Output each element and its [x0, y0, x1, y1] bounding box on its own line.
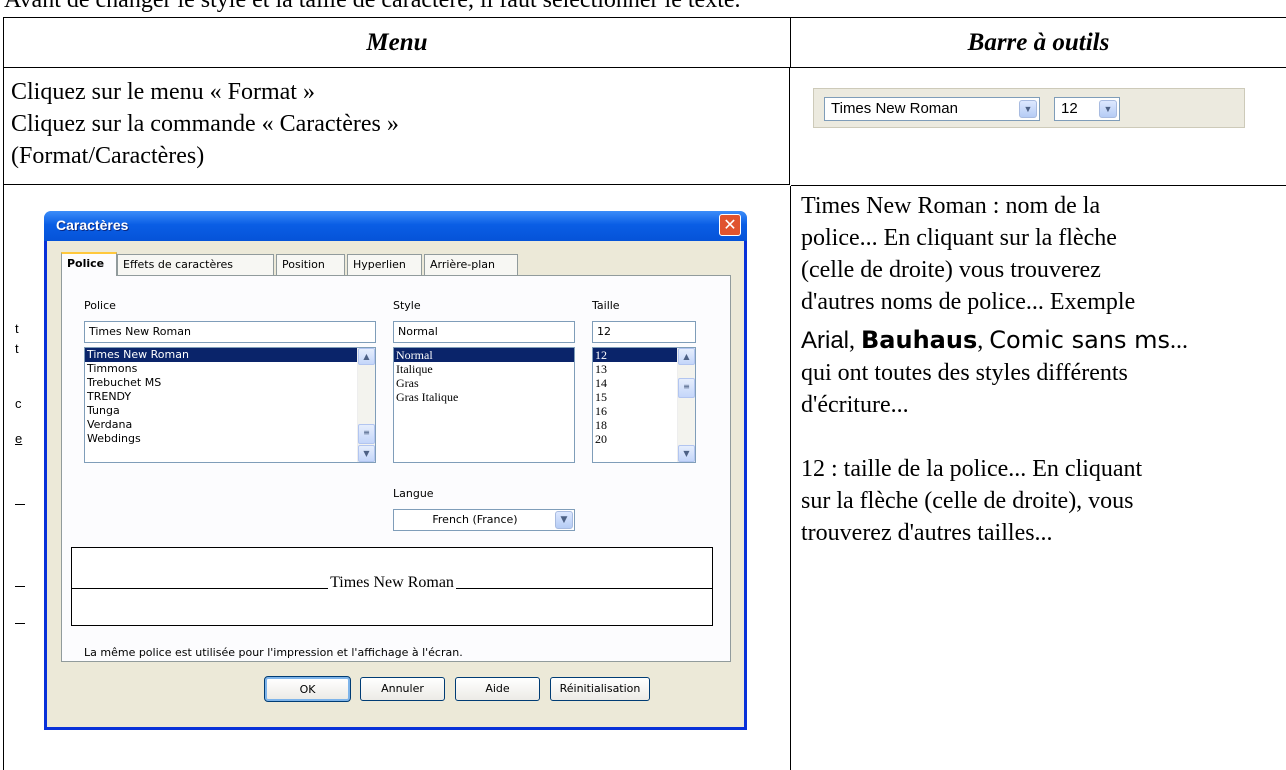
- divider: [15, 623, 25, 624]
- explanation-line: qui ont toutes des styles différents: [801, 360, 1128, 386]
- note-text: La même police est utilisée pour l'impre…: [84, 646, 463, 659]
- tab-police[interactable]: Police: [61, 252, 117, 276]
- explanation-line: 12 : taille de la police... En cliquant: [801, 456, 1143, 482]
- menu-step: Cliquez sur la commande « Caractères »: [11, 111, 399, 137]
- close-icon[interactable]: ✕: [719, 214, 741, 236]
- list-item[interactable]: Gras: [394, 376, 574, 390]
- font-preview: Times New Roman: [71, 547, 713, 626]
- explanation-line: police... En cliquant sur la flèche: [801, 225, 1117, 251]
- language-select[interactable]: French (France) ▼: [393, 509, 575, 531]
- separator: ,: [849, 328, 862, 354]
- font-label: Police: [84, 299, 116, 312]
- font-size-value: 12: [1061, 100, 1078, 117]
- font-toolbar: Times New Roman ▼ 12 ▼: [813, 88, 1245, 128]
- dialog-cell: t t c e Caractères ✕ Police Effets de ca…: [4, 186, 791, 770]
- background-fragment: e: [15, 431, 23, 446]
- explanation-line: d'écriture...: [801, 392, 909, 418]
- characters-dialog: Caractères ✕ Police Effets de caractères…: [44, 211, 747, 730]
- size-list[interactable]: 12 13 14 15 16 18 20 ▲ ≡ ▼: [592, 347, 696, 463]
- cancel-button[interactable]: Annuler: [360, 677, 445, 701]
- ellipsis: ...: [1170, 328, 1188, 354]
- header-menu: Menu: [4, 18, 791, 68]
- font-name-input[interactable]: Times New Roman: [84, 321, 376, 343]
- ok-button[interactable]: OK: [264, 676, 351, 702]
- preview-text: Times New Roman: [328, 574, 456, 591]
- style-input[interactable]: Normal: [393, 321, 575, 343]
- chevron-down-icon[interactable]: ▼: [1019, 100, 1037, 118]
- tab-arriere-plan[interactable]: Arrière-plan: [424, 254, 518, 275]
- reset-button[interactable]: Réinitialisation: [550, 677, 650, 701]
- intro-text: Avant de changer le style et la taille d…: [4, 0, 741, 13]
- font-example-arial: Arial: [801, 327, 850, 354]
- scroll-thumb[interactable]: ≡: [678, 378, 695, 398]
- scrollbar[interactable]: ▲ ≡ ▼: [677, 348, 695, 462]
- font-example-comic: Comic sans ms: [989, 326, 1170, 354]
- scroll-thumb[interactable]: ≡: [358, 424, 375, 444]
- list-item[interactable]: Italique: [394, 362, 574, 376]
- font-list[interactable]: Times New Roman Timmons Trebuchet MS TRE…: [84, 347, 376, 463]
- scroll-down-icon[interactable]: ▼: [678, 445, 695, 462]
- background-fragment: t: [15, 321, 19, 336]
- separator: ,: [977, 328, 990, 354]
- menu-step: Cliquez sur le menu « Format »: [11, 79, 315, 105]
- scroll-up-icon[interactable]: ▲: [678, 348, 695, 365]
- explanation-line: d'autres noms de police... Exemple: [801, 289, 1136, 315]
- scroll-up-icon[interactable]: ▲: [358, 348, 375, 365]
- help-button[interactable]: Aide: [455, 677, 540, 701]
- divider: [15, 586, 25, 587]
- tab-effets[interactable]: Effets de caractères: [117, 254, 274, 275]
- list-item[interactable]: Timmons: [85, 362, 375, 376]
- list-item[interactable]: Gras Italique: [394, 390, 574, 404]
- menu-step: (Format/Caractères): [11, 143, 205, 169]
- header-toolbar: Barre à outils: [791, 18, 1286, 68]
- list-item[interactable]: Times New Roman: [85, 348, 375, 362]
- style-label: Style: [393, 299, 421, 312]
- list-item[interactable]: Trebuchet MS: [85, 376, 375, 390]
- style-list[interactable]: Normal Italique Gras Gras Italique: [393, 347, 575, 463]
- font-name-value: Times New Roman: [831, 100, 958, 117]
- language-value: French (France): [432, 513, 518, 526]
- list-item[interactable]: Tunga: [85, 404, 375, 418]
- background-fragment: t: [15, 341, 19, 356]
- list-item[interactable]: TRENDY: [85, 390, 375, 404]
- size-label: Taille: [592, 299, 620, 312]
- divider: [15, 504, 25, 505]
- chevron-down-icon[interactable]: ▼: [555, 511, 573, 529]
- list-item[interactable]: Normal: [394, 348, 574, 362]
- list-item[interactable]: Webdings: [85, 432, 375, 446]
- list-item[interactable]: Verdana: [85, 418, 375, 432]
- tab-position[interactable]: Position: [276, 254, 345, 275]
- font-name-combo[interactable]: Times New Roman ▼: [824, 97, 1040, 121]
- explanation-line: sur la flèche (celle de droite), vous: [801, 488, 1134, 514]
- dialog-titlebar[interactable]: Caractères ✕: [44, 211, 747, 241]
- font-examples: Arial, Bauhaus, Comic sans ms...: [801, 324, 1286, 357]
- dialog-title: Caractères: [56, 217, 129, 233]
- font-example-bauhaus: Bauhaus: [861, 326, 978, 354]
- scroll-down-icon[interactable]: ▼: [358, 445, 375, 462]
- chevron-down-icon[interactable]: ▼: [1099, 100, 1117, 118]
- explanation-line: Times New Roman : nom de la: [801, 193, 1101, 219]
- explanation-cell: Times New Roman : nom de la police... En…: [791, 186, 1286, 770]
- background-fragment: c: [15, 396, 22, 411]
- language-label: Langue: [393, 487, 434, 500]
- instruction-table: Menu Barre à outils Cliquez sur le menu …: [3, 17, 1286, 770]
- size-input[interactable]: 12: [592, 321, 696, 343]
- menu-steps-cell: Cliquez sur le menu « Format » Cliquez s…: [4, 68, 790, 185]
- explanation-line: trouverez d'autres tailles...: [801, 520, 1053, 546]
- explanation-line: (celle de droite) vous trouverez: [801, 257, 1101, 283]
- tab-hyperlien[interactable]: Hyperlien: [347, 254, 422, 275]
- scrollbar[interactable]: ▲ ≡ ▼: [357, 348, 375, 462]
- toolbar-cell: Times New Roman ▼ 12 ▼: [791, 68, 1286, 186]
- font-size-combo[interactable]: 12 ▼: [1054, 97, 1120, 121]
